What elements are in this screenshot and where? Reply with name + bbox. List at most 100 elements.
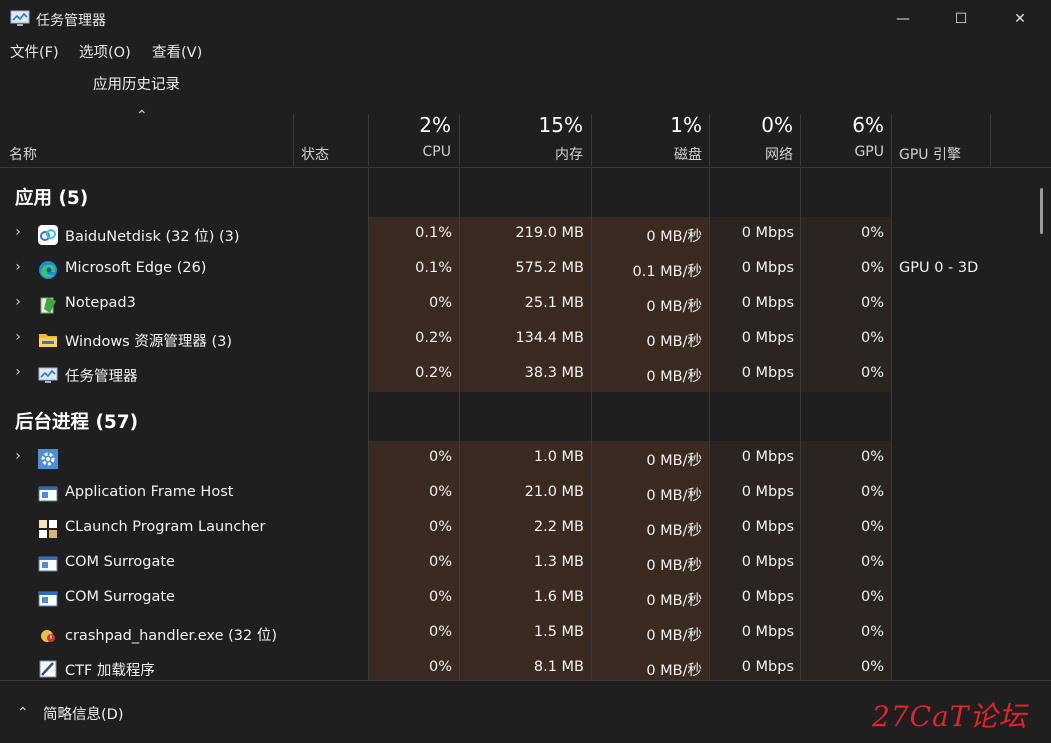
menu-options[interactable]: 选项(O)	[79, 41, 131, 62]
disk-total-percent[interactable]: 1%	[593, 113, 702, 137]
header-divider[interactable]	[293, 114, 294, 166]
process-cpu-value: 0%	[428, 659, 452, 675]
column-header-gpu[interactable]: GPU	[802, 144, 884, 160]
process-gpu-value: 0%	[860, 260, 884, 276]
header-divider[interactable]	[891, 114, 892, 166]
column-header-cpu[interactable]: CPU	[370, 144, 451, 160]
app-row[interactable]: › Microsoft Edge (26) 0.1% 575.2 MB 0.1 MB/秒…	[0, 252, 1051, 287]
process-cpu-value: 0%	[428, 449, 452, 465]
chevron-right-icon[interactable]: ›	[11, 294, 25, 310]
scrollbar-thumb[interactable]	[1040, 188, 1043, 234]
process-mem-value: 8.1 MB	[533, 659, 584, 675]
app-window-icon	[38, 589, 58, 609]
process-gpu-value: 0%	[860, 330, 884, 346]
process-net-value: 0 Mbps	[741, 449, 794, 465]
menu-view[interactable]: 查看(V)	[152, 41, 202, 62]
group-title-background[interactable]: 后台进程 (57)	[15, 408, 138, 434]
gpu-total-percent[interactable]: 6%	[802, 113, 884, 137]
notepad3-icon	[38, 295, 58, 315]
process-cpu-value: 0.2%	[415, 365, 452, 381]
process-disk-value: 0 MB/秒	[646, 334, 702, 350]
fewer-details-button[interactable]: 简略信息(D)	[43, 703, 123, 724]
column-header-name[interactable]: 名称	[9, 144, 37, 164]
process-row[interactable]: Application Frame Host 0% 21.0 MB 0 MB/秒 0 M…	[0, 476, 1051, 511]
chevron-right-icon[interactable]: ›	[11, 259, 25, 275]
close-button[interactable]: ✕	[997, 0, 1043, 38]
process-disk-value: 0 MB/秒	[646, 628, 702, 644]
header-divider[interactable]	[591, 114, 592, 166]
process-name: Microsoft Edge (26)	[65, 260, 207, 276]
process-net-value: 0 Mbps	[741, 519, 794, 535]
network-total-percent[interactable]: 0%	[711, 113, 793, 137]
process-gpu-value: 0%	[860, 554, 884, 570]
task-manager-icon	[10, 10, 30, 26]
process-mem-value: 25.1 MB	[524, 295, 584, 311]
process-cpu-value: 0%	[428, 519, 452, 535]
column-header-network[interactable]: 网络	[711, 144, 793, 164]
process-gpu-value: 0%	[860, 589, 884, 605]
process-gpu-value: 0%	[860, 295, 884, 311]
group-title-apps[interactable]: 应用 (5)	[15, 184, 88, 210]
cpu-total-percent[interactable]: 2%	[370, 113, 451, 137]
header-divider[interactable]	[368, 114, 369, 166]
process-name: CLaunch Program Launcher	[65, 519, 266, 535]
column-header-disk[interactable]: 磁盘	[593, 144, 702, 164]
chevron-right-icon[interactable]: ›	[11, 329, 25, 345]
process-cpu-value: 0.1%	[415, 225, 452, 241]
process-net-value: 0 Mbps	[741, 624, 794, 640]
process-gpu-engine: GPU 0 - 3D	[899, 260, 979, 276]
process-net-value: 0 Mbps	[741, 295, 794, 311]
column-header-gpu-engine[interactable]: GPU 引擎	[899, 144, 961, 164]
column-header-status[interactable]: 状态	[301, 144, 329, 164]
tab-app-history[interactable]: 应用历史记录	[93, 73, 180, 94]
chevron-up-icon[interactable]: ⌃	[17, 705, 29, 721]
process-row[interactable]: crashpad_handler.exe (32 位) 0% 1.5 MB 0 MB/…	[0, 616, 1051, 651]
process-disk-value: 0 MB/秒	[646, 663, 702, 679]
chevron-right-icon[interactable]: ›	[11, 448, 25, 464]
app-row[interactable]: › BaiduNetdisk (32 位) (3) 0.1% 219.0 MB 0 MB…	[0, 217, 1051, 252]
header-divider[interactable]	[459, 114, 460, 166]
process-mem-value: 1.5 MB	[533, 624, 584, 640]
task-manager-icon	[38, 365, 58, 385]
process-row[interactable]: › 0% 1.0 MB 0 MB/秒 0 Mbps 0%	[0, 441, 1051, 476]
process-mem-value: 219.0 MB	[515, 225, 584, 241]
process-cpu-value: 0.1%	[415, 260, 452, 276]
process-name: crashpad_handler.exe (32 位)	[65, 628, 277, 644]
process-row[interactable]: COM Surrogate 0% 1.6 MB 0 MB/秒 0 Mbps 0%	[0, 581, 1051, 616]
memory-total-percent[interactable]: 15%	[461, 113, 583, 137]
chevron-right-icon[interactable]: ›	[11, 224, 25, 240]
menu-file[interactable]: 文件(F)	[10, 41, 59, 62]
process-name: COM Surrogate	[65, 589, 175, 605]
app-row[interactable]: › Windows 资源管理器 (3) 0.2% 134.4 MB 0 MB/秒 0 Mb…	[0, 322, 1051, 357]
process-row[interactable]: CLaunch Program Launcher 0% 2.2 MB 0 MB/秒 0 …	[0, 511, 1051, 546]
app-row[interactable]: › Notepad3 0% 25.1 MB 0 MB/秒 0 Mbps 0%	[0, 287, 1051, 322]
app-row[interactable]: › 任务管理器 0.2% 38.3 MB 0 MB/秒 0 Mbps 0%	[0, 357, 1051, 392]
launcher-grid-icon	[38, 519, 58, 539]
process-mem-value: 21.0 MB	[524, 484, 584, 500]
process-mem-value: 1.0 MB	[533, 449, 584, 465]
bottom-bar: ⌃ 简略信息(D) 27CaT论坛	[0, 680, 1051, 743]
chevron-right-icon[interactable]: ›	[11, 364, 25, 380]
process-name: BaiduNetdisk (32 位) (3)	[65, 229, 240, 245]
header-divider[interactable]	[709, 114, 710, 166]
app-window-icon	[38, 554, 58, 574]
header-divider[interactable]	[990, 114, 991, 166]
gear-icon	[38, 449, 58, 469]
process-net-value: 0 Mbps	[741, 589, 794, 605]
process-disk-value: 0 MB/秒	[646, 229, 702, 245]
process-gpu-value: 0%	[860, 624, 884, 640]
process-row[interactable]: COM Surrogate 0% 1.3 MB 0 MB/秒 0 Mbps 0%	[0, 546, 1051, 581]
process-net-value: 0 Mbps	[741, 659, 794, 675]
column-header-memory[interactable]: 内存	[461, 144, 583, 164]
folder-icon	[38, 330, 58, 350]
process-mem-value: 575.2 MB	[515, 260, 584, 276]
process-mem-value: 1.3 MB	[533, 554, 584, 570]
maximize-button[interactable]: ☐	[938, 0, 984, 38]
process-net-value: 0 Mbps	[741, 330, 794, 346]
header-divider[interactable]	[800, 114, 801, 166]
minimize-button[interactable]: —	[880, 0, 926, 38]
process-name: Application Frame Host	[65, 484, 234, 500]
process-name: COM Surrogate	[65, 554, 175, 570]
process-mem-value: 38.3 MB	[524, 365, 584, 381]
title-bar[interactable]: 任务管理器 — ☐ ✕	[0, 0, 1051, 38]
